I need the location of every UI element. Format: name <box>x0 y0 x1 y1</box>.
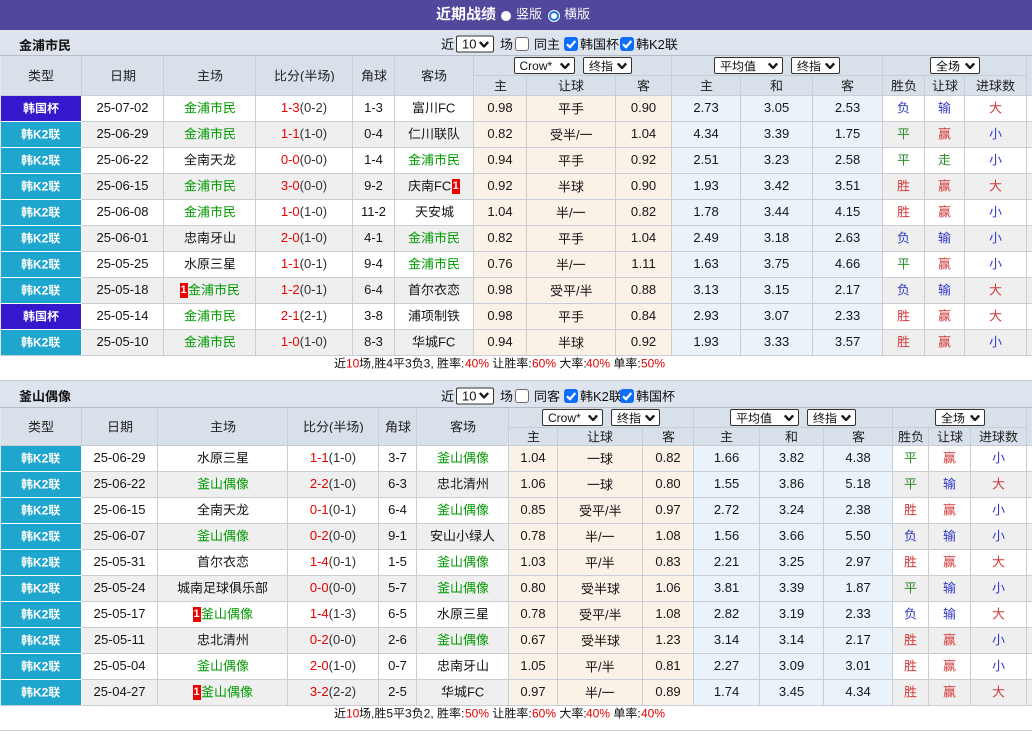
svg-text:FC: FC <box>434 179 451 192</box>
svg-text:,: , <box>371 707 374 719</box>
svg-text:40%: 40% <box>465 357 489 369</box>
svg-text:K2: K2 <box>33 336 49 348</box>
svg-text:4: 4 <box>387 357 394 369</box>
svg-text:K2: K2 <box>33 452 49 464</box>
svg-text:K2: K2 <box>33 660 49 672</box>
svg-text:/: / <box>598 530 602 543</box>
svg-text:3: 3 <box>405 357 412 369</box>
svg-text:K2: K2 <box>33 180 49 192</box>
svg-text:/: / <box>569 206 573 219</box>
svg-text:/: / <box>576 128 580 141</box>
svg-text:/: / <box>576 284 580 297</box>
svg-text:K2: K2 <box>33 608 49 620</box>
svg-text:60%: 60% <box>532 707 556 719</box>
svg-text:): ) <box>359 420 363 433</box>
svg-text:FC: FC <box>438 335 455 348</box>
svg-text:K2: K2 <box>33 504 49 516</box>
svg-text:): ) <box>330 69 334 82</box>
svg-text:/: / <box>598 686 602 699</box>
svg-text:K2: K2 <box>649 38 665 51</box>
svg-text:K2: K2 <box>33 284 49 296</box>
svg-text:K2: K2 <box>33 232 49 244</box>
svg-text:(: ( <box>300 69 305 82</box>
svg-text:/: / <box>598 660 602 673</box>
svg-text:5: 5 <box>387 707 394 719</box>
svg-text:K2: K2 <box>33 530 49 542</box>
svg-text:60%: 60% <box>532 357 556 369</box>
svg-text:10: 10 <box>346 707 359 719</box>
svg-text:/: / <box>605 504 609 517</box>
svg-text:/: / <box>598 556 602 569</box>
svg-text:40%: 40% <box>586 707 610 719</box>
svg-text:K2: K2 <box>33 686 49 698</box>
svg-text:,: , <box>371 357 374 369</box>
svg-text:FC: FC <box>438 101 455 114</box>
svg-text:K2: K2 <box>33 154 49 166</box>
svg-text:50%: 50% <box>641 357 665 369</box>
svg-text:K2: K2 <box>33 582 49 594</box>
svg-text:K2: K2 <box>33 206 49 218</box>
svg-text:2,: 2, <box>424 707 434 719</box>
svg-text:K2: K2 <box>593 389 609 402</box>
svg-text:3,: 3, <box>424 357 434 369</box>
svg-text:K2: K2 <box>33 258 49 270</box>
svg-text:/: / <box>605 608 609 621</box>
svg-text:10: 10 <box>346 357 359 369</box>
svg-text:K2: K2 <box>33 128 49 140</box>
svg-text:40%: 40% <box>641 707 665 719</box>
svg-text:K2: K2 <box>33 556 49 568</box>
svg-text:50%: 50% <box>465 707 489 719</box>
svg-text:(: ( <box>329 420 334 433</box>
svg-text:3: 3 <box>405 707 412 719</box>
svg-text:FC: FC <box>467 685 484 698</box>
svg-text:K2: K2 <box>33 478 49 490</box>
svg-text:/: / <box>569 258 573 271</box>
svg-text:40%: 40% <box>586 357 610 369</box>
svg-text:K2: K2 <box>33 634 49 646</box>
